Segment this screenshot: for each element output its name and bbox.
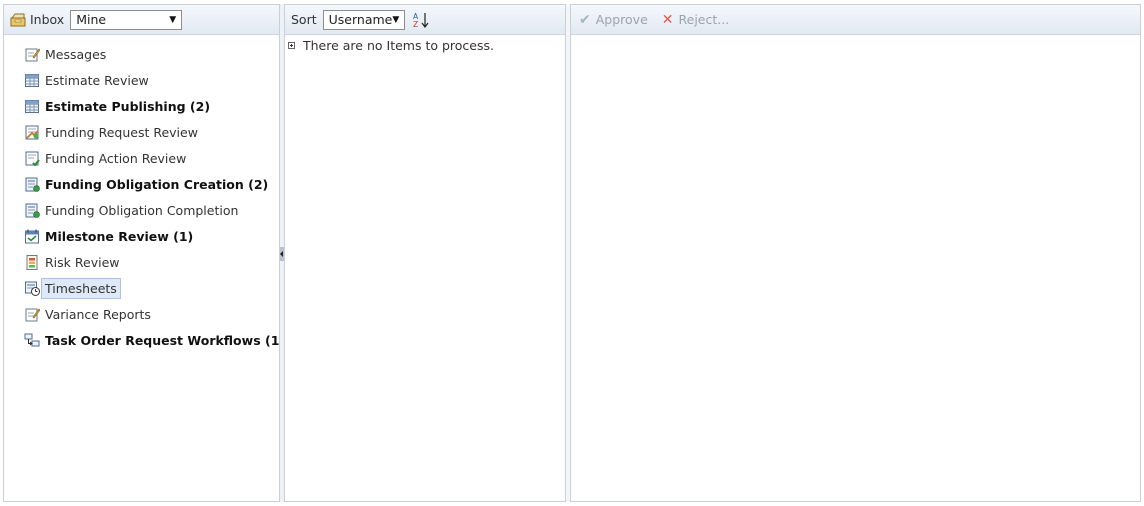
workflow-item-label: Funding Action Review bbox=[45, 150, 187, 166]
reject-button[interactable]: ✕ Reject... bbox=[662, 12, 729, 28]
workflow-list-item[interactable]: Messages bbox=[4, 41, 279, 67]
workflow-list-item[interactable]: Estimate Publishing (2) bbox=[4, 93, 279, 119]
workflow-list-item[interactable]: Milestone Review (1) bbox=[4, 223, 279, 249]
workflow-list-item[interactable]: Risk Review bbox=[4, 249, 279, 275]
sort-toolbar: Sort Username ▼ A Z bbox=[285, 5, 565, 35]
dropdown-arrow-icon: ▼ bbox=[392, 14, 400, 25]
x-icon: ✕ bbox=[661, 11, 674, 28]
workflow-item-label: Funding Obligation Creation (2) bbox=[45, 176, 269, 192]
inbox-label: Inbox bbox=[30, 12, 65, 27]
workflow-item-label: Estimate Publishing (2) bbox=[45, 98, 211, 114]
workflow-item-label: Timesheets bbox=[41, 277, 121, 299]
inbox-panel: Inbox Mine ▼ Messages Estimate Review Esti… bbox=[3, 4, 285, 502]
inbox-filter-value: Mine bbox=[76, 12, 107, 27]
funding-obligation-icon bbox=[25, 177, 40, 192]
checkmark-icon: ✔ bbox=[579, 11, 591, 28]
approve-label: Approve bbox=[595, 12, 648, 27]
grid-icon bbox=[25, 74, 39, 87]
workflow-list-item[interactable]: Variance Reports bbox=[4, 301, 279, 327]
approve-button[interactable]: ✔ Approve bbox=[579, 12, 648, 28]
action-toolbar: ✔ Approve ✕ Reject... bbox=[571, 5, 1140, 35]
workflow-item-label: Variance Reports bbox=[45, 306, 151, 322]
workflow-list-item[interactable]: Timesheets bbox=[4, 275, 279, 301]
workflow-item-label: Messages bbox=[45, 46, 107, 62]
inbox-filter-select[interactable]: Mine ▼ bbox=[70, 9, 183, 30]
workflow-list-item[interactable]: Task Order Request Workflows (1) bbox=[4, 327, 285, 353]
note-pencil-icon bbox=[25, 308, 40, 322]
workflow-item-label: Task Order Request Workflows (1) bbox=[45, 332, 286, 348]
sort-field-select[interactable]: Username ▼ bbox=[322, 9, 405, 30]
workflow-item-label: Milestone Review (1) bbox=[45, 228, 194, 244]
workflow-item-label: Risk Review bbox=[45, 254, 120, 270]
detail-panel: ✔ Approve ✕ Reject... bbox=[570, 4, 1141, 502]
workflow-list-item[interactable]: Estimate Review bbox=[4, 67, 279, 93]
funding-obligation-icon bbox=[25, 203, 40, 218]
workflow-icon bbox=[24, 333, 40, 347]
sort-az-icon[interactable]: A Z bbox=[412, 11, 430, 29]
empty-items-text: There are no Items to process. bbox=[303, 38, 494, 53]
calendar-icon bbox=[25, 229, 39, 244]
sort-label: Sort bbox=[291, 12, 317, 27]
empty-items-message: There are no Items to process. bbox=[285, 35, 565, 53]
expand-icon bbox=[288, 42, 295, 49]
workflow-list: Messages Estimate Review Estimate Publishi… bbox=[4, 35, 285, 353]
workflow-item-label: Funding Obligation Completion bbox=[45, 202, 239, 218]
workflow-list-item[interactable]: Funding Request Review bbox=[4, 119, 279, 145]
workflow-item-label: Estimate Review bbox=[45, 72, 149, 88]
grid-icon bbox=[25, 100, 39, 113]
svg-text:Z: Z bbox=[413, 20, 418, 29]
risk-icon bbox=[26, 255, 38, 270]
workflow-list-item[interactable]: Funding Obligation Creation (2) bbox=[4, 171, 279, 197]
funding-request-icon bbox=[25, 125, 39, 140]
inbox-tray-icon bbox=[10, 13, 26, 26]
sort-field-value: Username bbox=[328, 12, 393, 27]
items-panel: Sort Username ▼ A Z There are no Items t… bbox=[284, 4, 566, 502]
workflow-item-label: Funding Request Review bbox=[45, 124, 198, 140]
timesheet-clock-icon bbox=[25, 281, 40, 296]
workflow-list-item[interactable]: Funding Obligation Completion bbox=[4, 197, 279, 223]
reject-label: Reject... bbox=[678, 12, 730, 27]
funding-action-icon bbox=[25, 151, 40, 166]
workflow-list-item[interactable]: Funding Action Review bbox=[4, 145, 279, 171]
inbox-toolbar: Inbox Mine ▼ bbox=[4, 5, 279, 35]
note-pencil-icon bbox=[25, 48, 40, 62]
dropdown-arrow-icon: ▼ bbox=[169, 14, 177, 25]
